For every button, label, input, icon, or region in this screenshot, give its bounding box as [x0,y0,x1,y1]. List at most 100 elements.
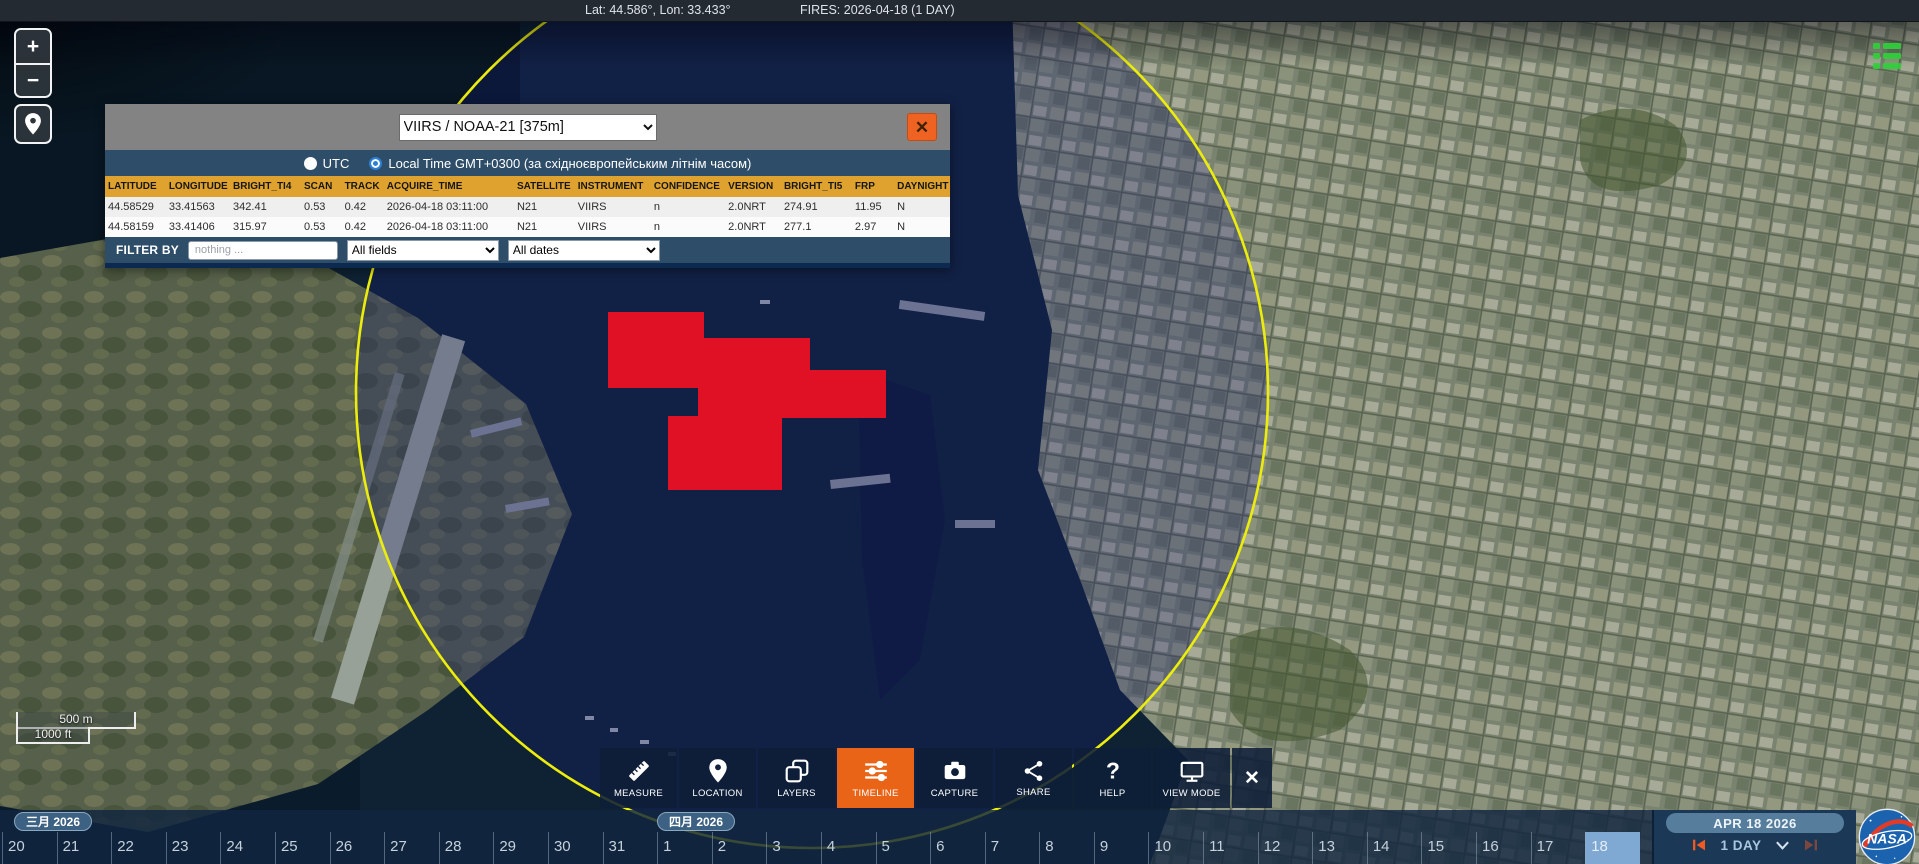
timeline-day-24[interactable]: 24 [220,832,275,864]
popup-header: VIIRS / NOAA-21 [375m] ✕ [105,104,950,150]
toolbar-close-button[interactable]: ✕ [1232,748,1272,808]
local-time-radio-label: Local Time GMT+0300 (за східноєвропейськ… [388,156,751,171]
toolbar-button-location[interactable]: LOCATION [679,748,756,808]
table-cell: 44.58529 [105,197,166,217]
timeline-day-9[interactable]: 9 [1094,832,1149,864]
table-cell: 2026-04-18 03:11:00 [384,217,514,237]
column-header-longitude[interactable]: LONGITUDE [166,176,230,197]
toolbar-label: LAYERS [777,788,816,799]
table-cell: N21 [514,197,575,217]
timeline-day-6[interactable]: 6 [930,832,985,864]
toolbar-button-help[interactable]: ? HELP [1074,748,1151,808]
column-header-confidence[interactable]: CONFIDENCE [651,176,725,197]
map-toolbar: MEASURE LOCATION LAYERS TIMELINE [600,748,1272,808]
column-header-track[interactable]: TRACK [342,176,384,197]
timeline-day-28[interactable]: 28 [439,832,494,864]
filter-by-label: FILTER BY [116,243,179,257]
column-header-daynight[interactable]: DAYNIGHT [894,176,950,197]
toolbar-button-view-mode[interactable]: VIEW MODE [1153,748,1230,808]
fire-detection-polygon[interactable] [806,370,886,418]
timeline-day-30[interactable]: 30 [548,832,603,864]
timeline-day-5[interactable]: 5 [876,832,931,864]
location-pin-icon [23,112,43,136]
toolbar-button-layers[interactable]: LAYERS [758,748,835,808]
filter-dates-select[interactable]: All dates [508,240,660,261]
table-cell: 2.0NRT [725,197,781,217]
table-row[interactable]: 44.5815933.41406315.970.530.422026-04-18… [105,217,950,237]
table-cell: 2.97 [852,217,894,237]
toolbar-button-share[interactable]: SHARE [995,748,1072,808]
table-cell: n [651,197,725,217]
timeline-day-1[interactable]: 1 [657,832,712,864]
step-forward-icon[interactable] [1803,837,1819,853]
timeline-day-20[interactable]: 20 [2,832,57,864]
timeline-day-17[interactable]: 17 [1531,832,1586,864]
column-header-instrument[interactable]: INSTRUMENT [575,176,651,197]
popup-close-button[interactable]: ✕ [907,113,937,141]
timeline-day-26[interactable]: 26 [330,832,385,864]
table-cell: 0.42 [342,217,384,237]
time-mode-row: UTC Local Time GMT+0300 (за східноєвропе… [105,150,950,176]
timeline-day-13[interactable]: 13 [1312,832,1367,864]
timeline-day-29[interactable]: 29 [493,832,548,864]
column-header-bright_ti5[interactable]: BRIGHT_TI5 [781,176,852,197]
timeline-day-3[interactable]: 3 [766,832,821,864]
timeline-day-23[interactable]: 23 [166,832,221,864]
table-cell: 11.95 [852,197,894,217]
playback-row: 1 DAY [1691,837,1818,853]
fire-detection-polygon[interactable] [608,312,704,388]
zoom-out-button[interactable]: − [16,63,50,96]
toolbar-button-capture[interactable]: CAPTURE [916,748,993,808]
filter-text-input[interactable] [188,241,338,260]
column-header-acquire_time[interactable]: ACQUIRE_TIME [384,176,514,197]
column-header-scan[interactable]: SCAN [301,176,342,197]
column-header-version[interactable]: VERSION [725,176,781,197]
grid-overlay-icon[interactable] [1869,38,1905,74]
step-back-icon[interactable] [1691,837,1707,853]
radio-selected-icon[interactable] [369,157,382,170]
timeline-days: 2021222324252627282930311234567891011121… [2,832,1640,864]
current-date-pill[interactable]: APR 18 2026 [1666,813,1844,833]
marker-tool-button[interactable] [14,104,52,144]
utc-radio-label: UTC [323,156,350,171]
fire-detection-polygon[interactable] [668,416,782,490]
timeline-day-14[interactable]: 14 [1367,832,1422,864]
column-header-satellite[interactable]: SATELLITE [514,176,575,197]
column-header-frp[interactable]: FRP [852,176,894,197]
toolbar-button-timeline[interactable]: TIMELINE [837,748,914,808]
timeline-day-22[interactable]: 22 [111,832,166,864]
timeline-day-10[interactable]: 10 [1148,832,1203,864]
table-cell: VIIRS [575,217,651,237]
column-header-latitude[interactable]: LATITUDE [105,176,166,197]
timeline-day-7[interactable]: 7 [985,832,1040,864]
column-header-bright_ti4[interactable]: BRIGHT_TI4 [230,176,301,197]
toolbar-label: MEASURE [614,788,663,799]
chevron-down-icon[interactable] [1775,840,1790,851]
fire-detection-polygon[interactable] [698,338,810,418]
timeline-day-21[interactable]: 21 [57,832,112,864]
zoom-in-button[interactable]: + [16,30,50,63]
table-row[interactable]: 44.5852933.41563342.410.530.422026-04-18… [105,197,950,217]
timeline-day-25[interactable]: 25 [275,832,330,864]
timeline-day-15[interactable]: 15 [1421,832,1476,864]
filter-fields-select[interactable]: All fields [347,240,499,261]
timeline-day-4[interactable]: 4 [821,832,876,864]
local-time-radio-option[interactable]: Local Time GMT+0300 (за східноєвропейськ… [369,156,751,171]
radio-icon[interactable] [304,157,317,170]
toolbar-button-measure[interactable]: MEASURE [600,748,677,808]
timeline-day-2[interactable]: 2 [712,832,767,864]
timeline-sliders-icon [863,758,889,784]
interval-select[interactable]: 1 DAY [1720,838,1761,853]
timeline-day-18[interactable]: 18 [1585,832,1640,864]
timeline-day-8[interactable]: 8 [1039,832,1094,864]
dataset-select[interactable]: VIIRS / NOAA-21 [375m] [399,114,657,141]
timeline-day-27[interactable]: 27 [384,832,439,864]
timeline-day-31[interactable]: 31 [603,832,658,864]
timeline-day-11[interactable]: 11 [1203,832,1258,864]
timeline-day-16[interactable]: 16 [1476,832,1531,864]
timeline-day-12[interactable]: 12 [1258,832,1313,864]
table-cell: 342.41 [230,197,301,217]
toolbar-label: LOCATION [692,788,742,799]
table-cell: 2026-04-18 03:11:00 [384,197,514,217]
utc-radio-option[interactable]: UTC [304,156,350,171]
